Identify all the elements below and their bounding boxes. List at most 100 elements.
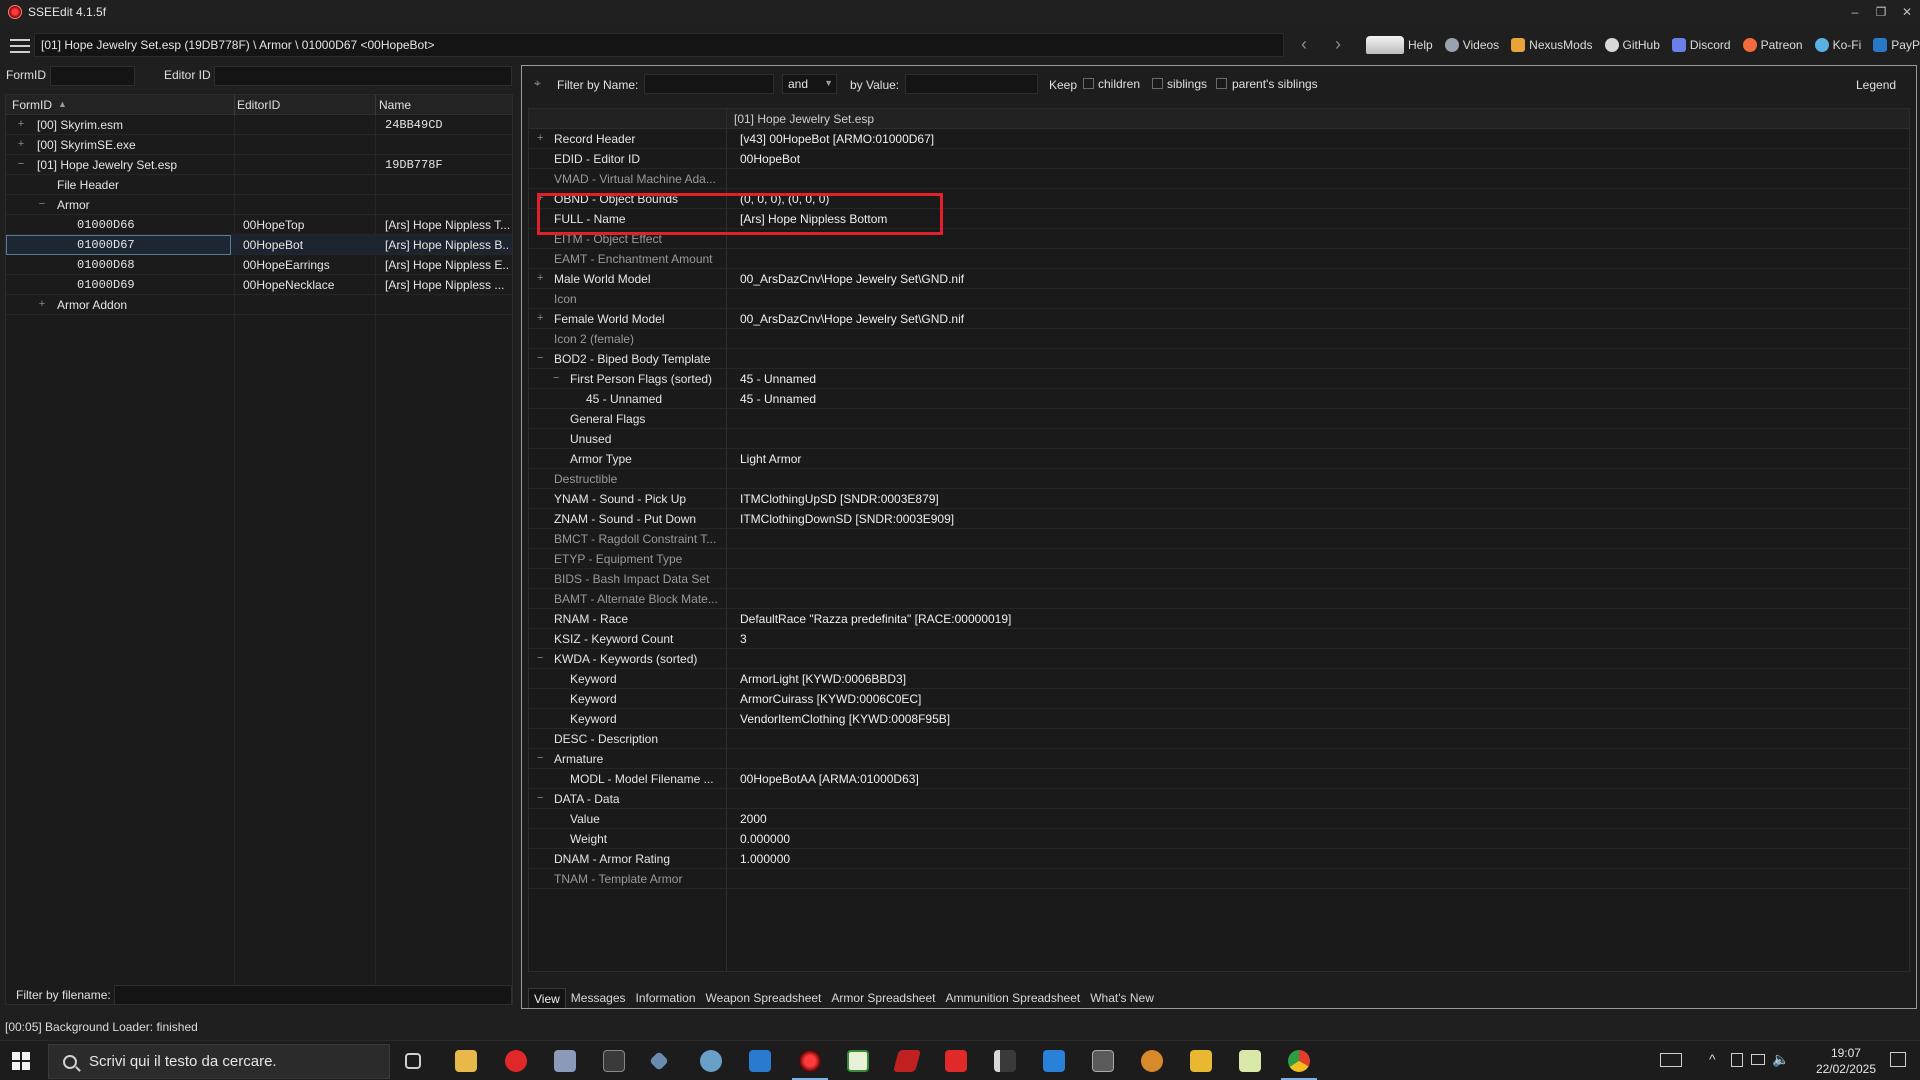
notepad-icon[interactable] <box>847 1050 869 1072</box>
record-field-row[interactable]: BIDS - Bash Impact Data Set <box>529 569 1909 589</box>
minimize-button[interactable]: – <box>1842 0 1868 24</box>
app-icon[interactable] <box>1141 1050 1163 1072</box>
collapse-icon[interactable]: − <box>537 752 543 764</box>
github-link[interactable]: GitHub <box>1604 38 1660 52</box>
maximize-button[interactable]: ❐ <box>1868 0 1894 24</box>
record-field-row[interactable]: EAMT - Enchantment Amount <box>529 249 1909 269</box>
record-field-row[interactable]: Icon <box>529 289 1909 309</box>
collapse-icon[interactable]: − <box>537 792 543 804</box>
record-field-row[interactable]: Keyword ArmorLight [KYWD:0006BBD3] <box>529 669 1909 689</box>
record-field-row[interactable]: Icon 2 (female) <box>529 329 1909 349</box>
back-arrow-icon[interactable]: ‹ <box>1292 34 1316 55</box>
app-icon[interactable] <box>1092 1050 1114 1072</box>
siblings-checkbox[interactable] <box>1152 78 1163 89</box>
terminal-icon[interactable] <box>603 1050 625 1072</box>
app-icon[interactable] <box>1043 1050 1065 1072</box>
device-icon[interactable] <box>1731 1053 1743 1067</box>
menu-icon[interactable] <box>10 39 30 53</box>
tree-row[interactable]: − Armor <box>6 195 512 215</box>
tree-row[interactable]: File Header <box>6 175 512 195</box>
record-field-value[interactable]: 45 - Unnamed <box>740 372 816 386</box>
app-icon[interactable] <box>945 1050 967 1072</box>
record-field-row[interactable]: ETYP - Equipment Type <box>529 549 1909 569</box>
tree-row[interactable]: 01000D66 00HopeTop [Ars] Hope Nippless T… <box>6 215 512 235</box>
record-field-row[interactable]: DESC - Description <box>529 729 1909 749</box>
record-field-value[interactable]: 0.000000 <box>740 832 790 846</box>
windows-start-icon[interactable] <box>12 1052 30 1070</box>
record-field-value[interactable]: [v43] 00HopeBot [ARMO:01000D67] <box>740 132 934 146</box>
parents-siblings-checkbox[interactable] <box>1216 78 1227 89</box>
network-icon[interactable] <box>1751 1054 1765 1065</box>
expand-icon[interactable]: + <box>537 272 543 284</box>
filename-filter-input[interactable] <box>114 985 512 1005</box>
record-field-row[interactable]: + Female World Model 00_ArsDazCnv\Hope Jew… <box>529 309 1909 329</box>
column-name[interactable]: Name <box>379 98 411 112</box>
help-link[interactable]: Help <box>1366 36 1433 54</box>
taskbar-search[interactable]: Scrivi qui il testo da cercare. <box>48 1044 390 1079</box>
record-field-row[interactable]: − Armature <box>529 749 1909 769</box>
kofi-link[interactable]: Ko-Fi <box>1814 38 1861 52</box>
record-field-row[interactable]: Unused <box>529 429 1909 449</box>
record-field-row[interactable]: KSIZ - Keyword Count 3 <box>529 629 1909 649</box>
nexusmods-link[interactable]: NexusMods <box>1511 38 1593 52</box>
discord-link[interactable]: Discord <box>1671 38 1731 52</box>
tree-row[interactable]: − [01] Hope Jewelry Set.esp 19DB778F <box>6 155 512 175</box>
record-field-row[interactable]: − DATA - Data <box>529 789 1909 809</box>
app-icon[interactable] <box>1239 1050 1261 1072</box>
and-or-select[interactable]: and ▼ <box>782 74 837 94</box>
collapse-icon[interactable]: − <box>537 352 543 364</box>
tab-whats-new[interactable]: What's New <box>1085 988 1159 1008</box>
sseedit-icon[interactable] <box>799 1050 821 1072</box>
record-field-value[interactable]: 1.000000 <box>740 852 790 866</box>
expand-icon[interactable]: + <box>16 138 26 150</box>
record-field-row[interactable]: FULL - Name [Ars] Hope Nippless Bottom <box>529 209 1909 229</box>
volume-icon[interactable]: 🔈 <box>1772 1051 1789 1068</box>
videos-link[interactable]: Videos <box>1444 38 1499 52</box>
expand-icon[interactable]: + <box>537 312 543 324</box>
record-field-row[interactable]: − First Person Flags (sorted) 45 - Unnamed <box>529 369 1909 389</box>
record-field-row[interactable]: EDID - Editor ID 00HopeBot <box>529 149 1909 169</box>
record-field-row[interactable]: YNAM - Sound - Pick Up ITMClothingUpSD [S… <box>529 489 1909 509</box>
record-field-value[interactable]: (0, 0, 0), (0, 0, 0) <box>740 192 829 206</box>
tab-information[interactable]: Information <box>631 988 701 1008</box>
chevron-up-icon[interactable]: ^ <box>1709 1051 1716 1067</box>
legend-button[interactable]: Legend <box>1856 78 1896 92</box>
record-field-row[interactable]: ZNAM - Sound - Put Down ITMClothingDownSD… <box>529 509 1909 529</box>
app-icon[interactable] <box>554 1050 576 1072</box>
formid-filter-input[interactable] <box>50 66 135 86</box>
expand-icon[interactable]: + <box>16 118 26 130</box>
record-field-value[interactable]: VendorItemClothing [KYWD:0008F95B] <box>740 712 950 726</box>
record-field-row[interactable]: TNAM - Template Armor <box>529 869 1909 889</box>
pin-icon[interactable]: ⌖ <box>534 76 541 91</box>
column-editorid[interactable]: EditorID <box>237 98 280 112</box>
expand-icon[interactable]: + <box>37 298 47 310</box>
record-field-value[interactable]: DefaultRace "Razza predefinita" [RACE:00… <box>740 612 1011 626</box>
record-path-field[interactable]: [01] Hope Jewelry Set.esp (19DB778F) \ A… <box>34 33 1284 57</box>
record-field-row[interactable]: General Flags <box>529 409 1909 429</box>
record-field-value[interactable]: 00HopeBot <box>740 152 800 166</box>
record-field-row[interactable]: Armor Type Light Armor <box>529 449 1909 469</box>
record-tree[interactable]: FormID ▲ EditorID Name + [00] Skyrim.esm… <box>5 94 513 1005</box>
task-view-icon[interactable] <box>405 1053 421 1069</box>
record-grid[interactable]: [01] Hope Jewelry Set.esp + Record Header… <box>528 108 1910 972</box>
opera-icon[interactable] <box>505 1050 527 1072</box>
app-icon[interactable] <box>994 1050 1016 1072</box>
tab-view[interactable]: View <box>528 988 566 1008</box>
record-field-row[interactable]: BMCT - Ragdoll Constraint T... <box>529 529 1909 549</box>
record-field-row[interactable]: − BOD2 - Biped Body Template <box>529 349 1909 369</box>
record-field-value[interactable]: 3 <box>740 632 747 646</box>
record-field-row[interactable]: Value 2000 <box>529 809 1909 829</box>
app-icon[interactable] <box>1190 1050 1212 1072</box>
tool-icon[interactable] <box>649 1051 669 1071</box>
app-icon[interactable] <box>700 1050 722 1072</box>
record-field-value[interactable]: Light Armor <box>740 452 801 466</box>
collapse-icon[interactable]: − <box>553 372 559 384</box>
collapse-icon[interactable]: − <box>537 652 543 664</box>
paypal-link[interactable]: PayPal <box>1873 38 1920 52</box>
tree-row[interactable]: 01000D68 00HopeEarrings [Ars] Hope Nippl… <box>6 255 512 275</box>
tree-row[interactable]: + Armor Addon <box>6 295 512 315</box>
tab-ammunition-spreadsheet[interactable]: Ammunition Spreadsheet <box>940 988 1085 1008</box>
record-field-row[interactable]: VMAD - Virtual Machine Ada... <box>529 169 1909 189</box>
record-field-row[interactable]: Keyword VendorItemClothing [KYWD:0008F95B… <box>529 709 1909 729</box>
record-field-value[interactable]: 00HopeBotAA [ARMA:01000D63] <box>740 772 919 786</box>
